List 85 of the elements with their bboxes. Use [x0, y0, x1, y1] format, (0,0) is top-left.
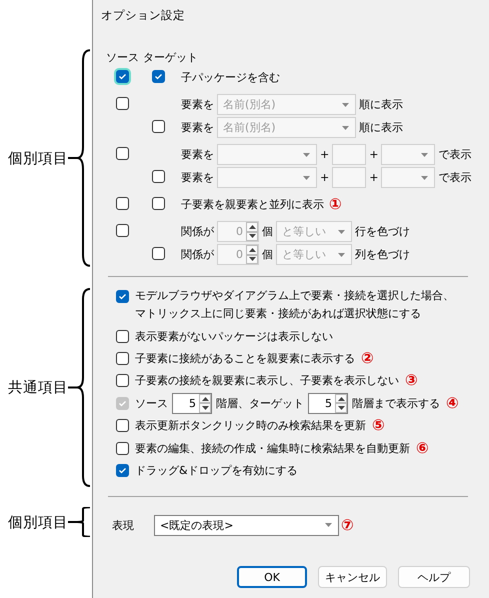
option-label: 階層まで表示する — [352, 396, 440, 411]
checkbox[interactable] — [116, 374, 129, 388]
option-label: 個 — [262, 247, 273, 262]
caret-icon — [325, 523, 332, 527]
up-arrow-icon — [338, 396, 344, 401]
step-number: ④ — [446, 396, 459, 411]
down-arrow-icon — [338, 406, 344, 410]
checkbox[interactable] — [116, 442, 129, 455]
option-label: ソース — [135, 396, 168, 411]
down-arrow-icon — [248, 257, 256, 262]
option-label: ドラッグ&ドロップを有効にする — [135, 463, 298, 478]
step-number: ③ — [405, 373, 418, 388]
plus-sign: + — [320, 171, 330, 184]
annotation-label: 個別項目 — [8, 514, 68, 532]
checkbox[interactable] — [152, 120, 165, 132]
checkbox[interactable] — [116, 146, 129, 160]
checkbox[interactable] — [152, 70, 165, 82]
option-label: 子要素に接続があることを親要素に表示する — [135, 351, 355, 366]
check-icon — [117, 291, 128, 302]
up-arrow-icon — [248, 224, 256, 229]
checkbox[interactable] — [152, 196, 165, 210]
option-label: 要素を — [181, 147, 214, 162]
option-label: 順に表示 — [359, 120, 403, 135]
checkbox[interactable] — [116, 70, 129, 82]
checkbox[interactable] — [116, 196, 129, 210]
plus-sign: + — [320, 148, 330, 161]
window-title: オプション設定 — [101, 8, 185, 22]
column-header: ソース — [106, 50, 139, 65]
checkbox[interactable] — [116, 96, 129, 110]
option-label: 個 — [262, 224, 273, 239]
option-label: 要素を — [181, 120, 214, 135]
curly-brace — [68, 507, 92, 537]
option-label: で表示 — [438, 170, 472, 185]
annotation-label: 共通項目 — [8, 379, 68, 397]
caret-icon — [338, 230, 345, 234]
checkbox[interactable] — [116, 419, 129, 432]
option-label: で表示 — [438, 147, 472, 162]
plus-sign: + — [369, 148, 378, 161]
step-number: ① — [329, 197, 342, 212]
checkbox[interactable] — [116, 224, 129, 236]
caret-icon — [303, 176, 310, 180]
column-header: ターゲット — [143, 50, 198, 65]
option-label: 表示要素がないパッケージは表示しない — [135, 328, 333, 344]
checkbox[interactable] — [116, 464, 129, 478]
caret-icon — [421, 176, 428, 180]
caret-icon — [421, 152, 428, 156]
option-label: 子要素を親要素と並列に表示 — [181, 197, 324, 212]
field-label: 表現 — [112, 518, 135, 532]
checkbox[interactable] — [116, 290, 129, 303]
option-label: 子パッケージを含む — [181, 70, 280, 85]
option-label: 階層、ターゲット — [216, 396, 304, 411]
step-number: ⑦ — [341, 518, 354, 532]
dialog-button[interactable]: ヘルプ — [398, 566, 470, 588]
checkbox[interactable] — [152, 246, 165, 260]
option-label: 要素を — [181, 97, 214, 112]
caret-icon — [342, 102, 349, 106]
checkbox[interactable] — [116, 330, 129, 343]
option-label: 列を色づけ — [355, 247, 410, 262]
caret-icon — [303, 152, 310, 156]
option-label: 関係が — [181, 247, 214, 262]
dialog-button[interactable]: OK — [237, 566, 307, 588]
option-label: 表示更新ボタンクリック時のみ検索結果を更新 — [135, 418, 366, 434]
plus-sign: + — [369, 171, 378, 184]
option-label: マトリックス上に同じ要素・接続があれば選択状態にする — [135, 307, 421, 321]
step-number: ⑥ — [416, 440, 429, 456]
option-label: 要素の編集、接続の作成・編集時に検索結果を自動更新 — [135, 440, 410, 456]
option-label: 子要素の接続を親要素に表示し、子要素を表示しない — [135, 373, 399, 388]
checkbox[interactable] — [116, 352, 129, 366]
option-label: 要素を — [181, 170, 214, 185]
caret-icon — [338, 252, 345, 256]
option-label: 行を色づけ — [355, 224, 410, 239]
dropdown[interactable]: <既定の表現> — [154, 514, 339, 536]
option-label: 関係が — [181, 224, 214, 239]
dialog-button[interactable]: キャンセル — [318, 566, 387, 588]
option-label: モデルブラウザやダイアグラム上で要素・接続を選択した場合、 — [135, 289, 454, 303]
down-arrow-icon — [248, 234, 256, 238]
caret-icon — [342, 126, 349, 130]
option-label: 順に表示 — [359, 97, 403, 112]
step-number: ② — [361, 351, 374, 366]
step-number: ⑤ — [372, 418, 385, 434]
up-arrow-icon — [202, 396, 208, 401]
annotation-label: 個別項目 — [8, 150, 68, 168]
up-arrow-icon — [248, 248, 256, 252]
down-arrow-icon — [202, 406, 208, 410]
checkbox[interactable] — [152, 170, 165, 182]
